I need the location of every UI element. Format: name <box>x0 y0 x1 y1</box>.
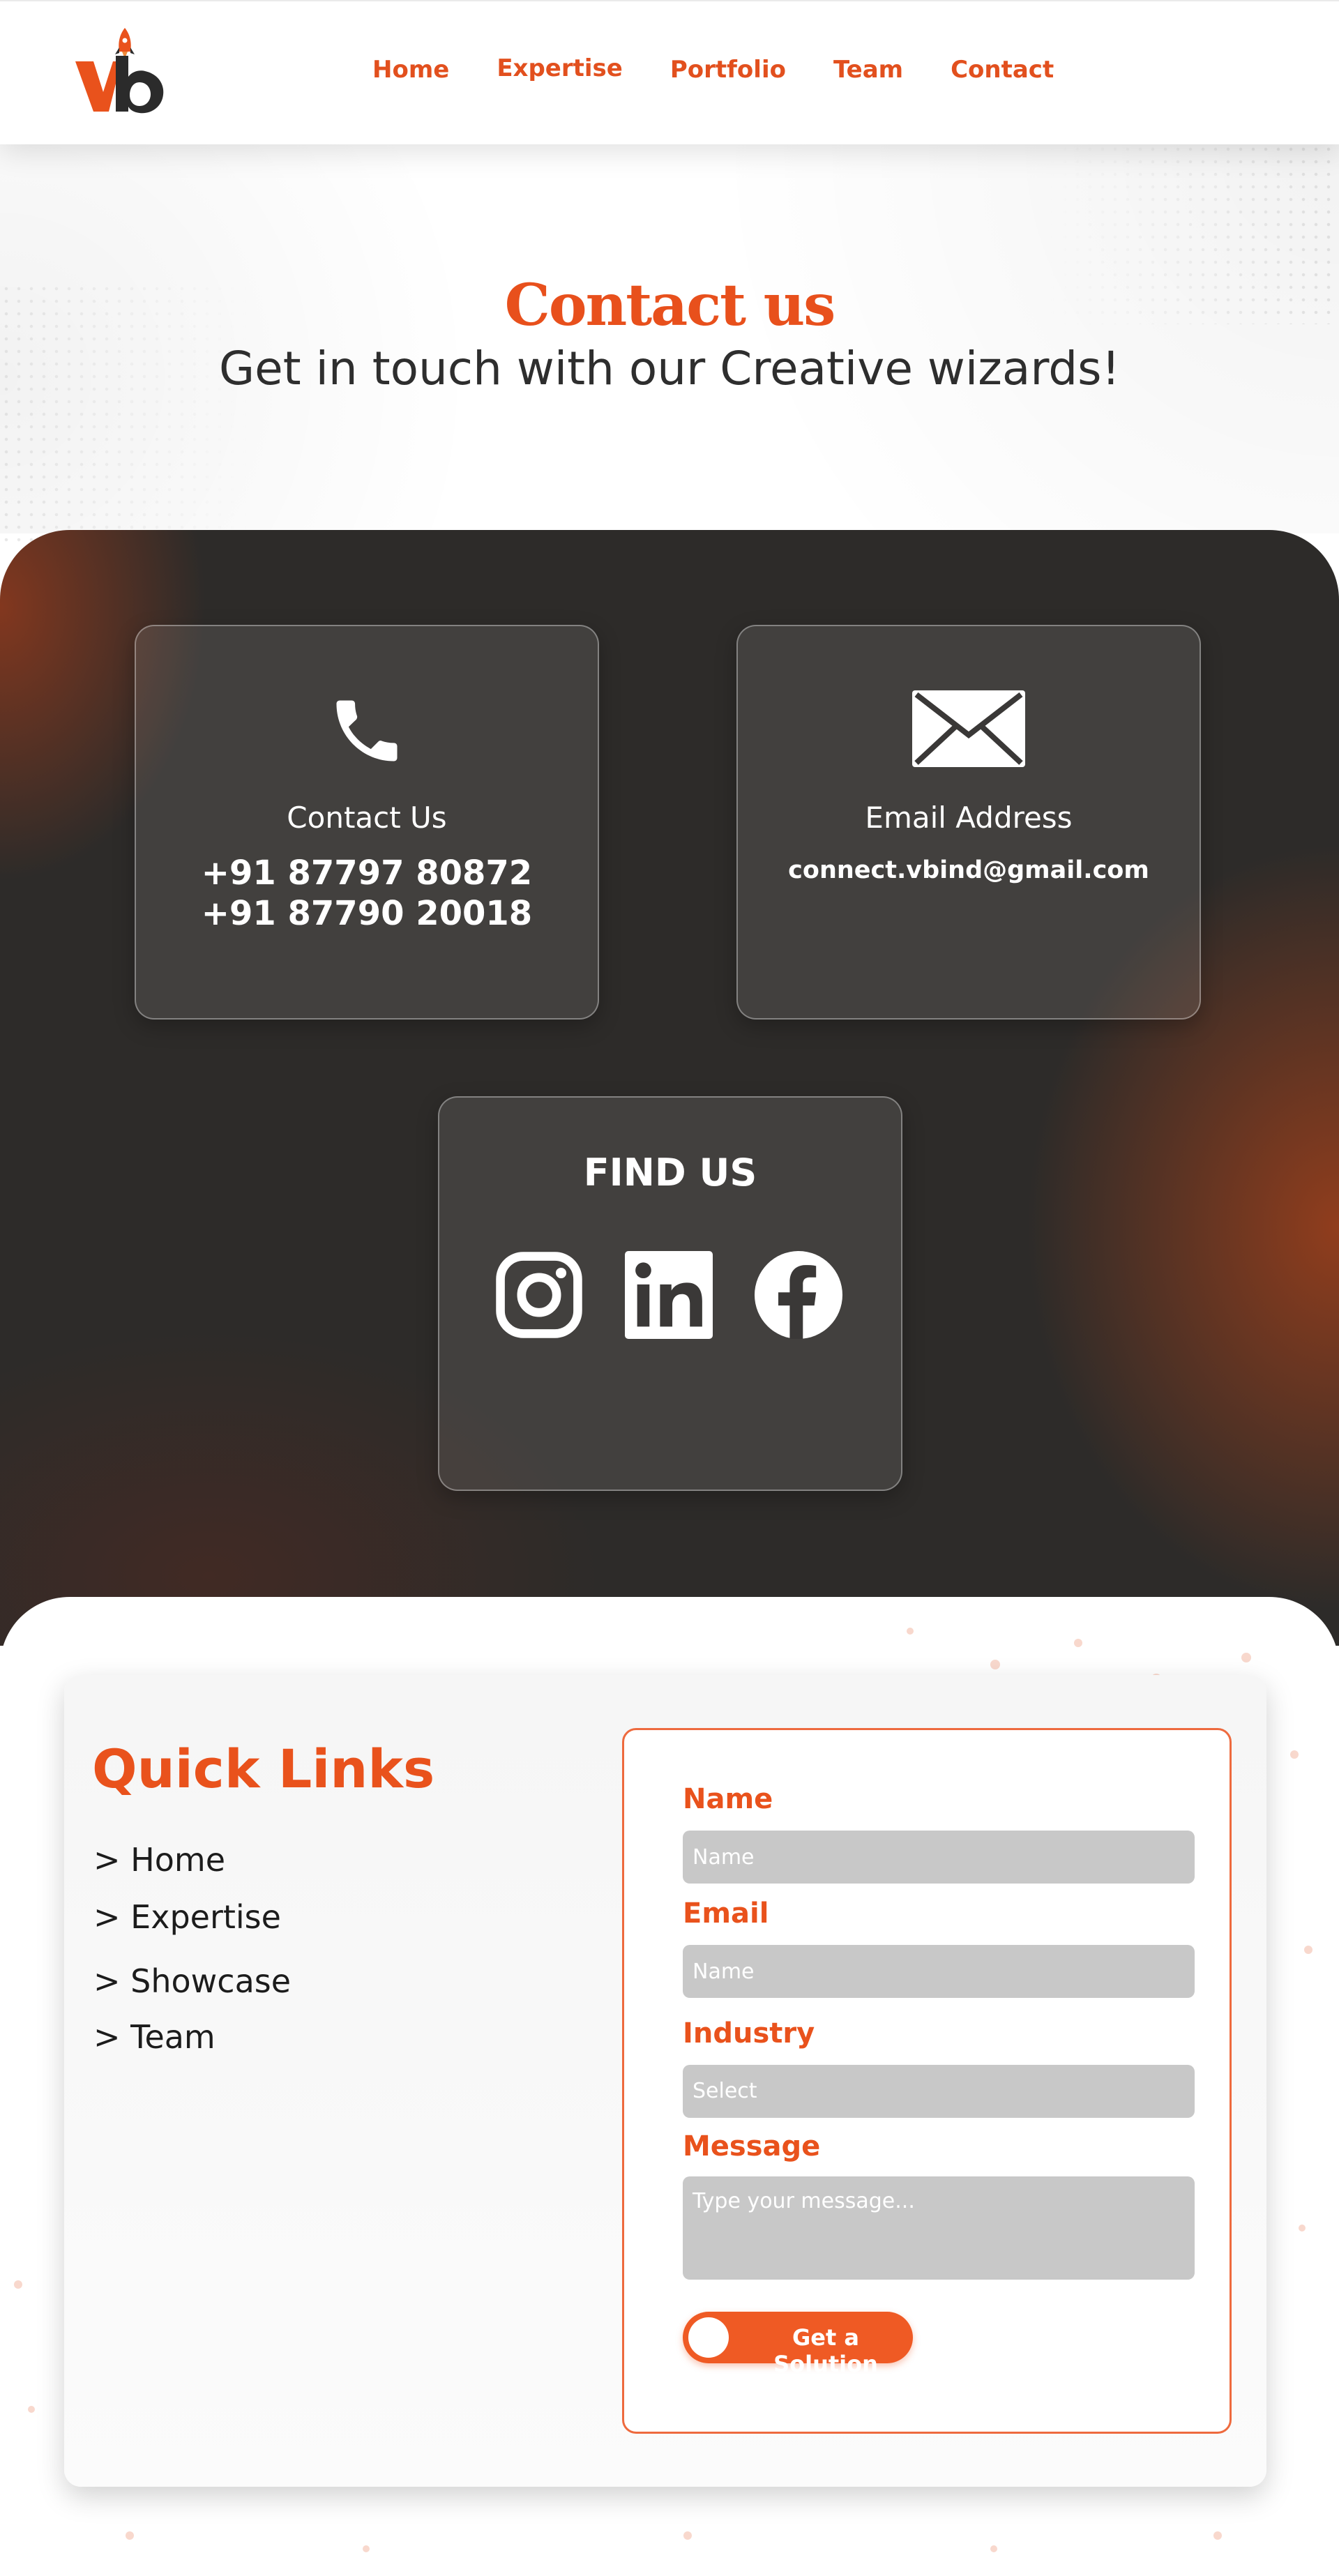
footer-section: Quick Links > Home > Expertise > Showcas… <box>0 1597 1339 2576</box>
speckle-decoration <box>126 2531 134 2540</box>
message-field[interactable] <box>683 2176 1195 2280</box>
phone-number-1[interactable]: +91 87797 80872 <box>136 854 598 893</box>
instagram-icon[interactable] <box>495 1251 583 1339</box>
quick-link-home[interactable]: > Home <box>93 1841 225 1879</box>
nav-home[interactable]: Home <box>372 56 449 84</box>
page-title: Contact us <box>504 272 836 339</box>
email-card: Email Address connect.vbind@gmail.com <box>736 625 1201 1020</box>
speckle-decoration <box>1241 1653 1251 1662</box>
speckle-decoration <box>1290 1750 1299 1759</box>
speckle-decoration <box>683 2531 692 2540</box>
main-nav: Home Expertise Portfolio Team Contact <box>372 54 1101 84</box>
speckle-decoration <box>907 1628 914 1635</box>
phone-icon <box>336 700 398 762</box>
nav-expertise[interactable]: Expertise <box>497 54 623 82</box>
speckle-decoration <box>1074 1639 1082 1647</box>
nav-portfolio[interactable]: Portfolio <box>670 56 786 84</box>
speckle-decoration <box>28 2406 35 2413</box>
speckle-decoration <box>1304 1946 1312 1954</box>
email-label: Email Address <box>865 801 1073 835</box>
nav-contact[interactable]: Contact <box>951 56 1054 84</box>
message-label: Message <box>683 2130 821 2162</box>
industry-select[interactable]: Select <box>683 2065 1195 2118</box>
vb-logo[interactable] <box>75 28 166 115</box>
find-us-title: FIND US <box>583 1151 757 1195</box>
facebook-icon[interactable] <box>755 1251 842 1339</box>
nav-team[interactable]: Team <box>833 56 903 84</box>
speckle-decoration <box>990 2545 997 2552</box>
phone-card: Contact Us +91 87797 80872 +91 87790 200… <box>135 625 599 1020</box>
page-subtitle: Get in touch with our Creative wizards! <box>218 342 1121 395</box>
quick-link-team[interactable]: > Team <box>93 2018 215 2056</box>
get-solution-button[interactable]: Get a Solution <box>683 2312 913 2377</box>
find-us-card: FIND US <box>438 1096 902 1491</box>
name-label: Name <box>683 1783 773 1815</box>
footer-panel: Quick Links > Home > Expertise > Showcas… <box>64 1675 1266 2487</box>
speckle-decoration <box>1213 2531 1222 2540</box>
phone-label: Contact Us <box>287 801 447 835</box>
speckle-decoration <box>1299 2225 1306 2232</box>
contact-form: Name Email Industry Select Message Get a… <box>622 1728 1232 2434</box>
speckle-decoration <box>14 2280 22 2289</box>
email-field[interactable] <box>683 1945 1195 1998</box>
get-solution-button-label: Get a Solution <box>773 2324 878 2377</box>
phone-number-2[interactable]: +91 87790 20018 <box>136 894 598 933</box>
email-field-label: Email <box>683 1897 769 1930</box>
envelope-icon <box>912 690 1025 767</box>
industry-label: Industry <box>683 2017 815 2050</box>
email-address[interactable]: connect.vbind@gmail.com <box>738 856 1200 884</box>
quick-link-expertise[interactable]: > Expertise <box>93 1898 281 1936</box>
name-field[interactable] <box>683 1831 1195 1884</box>
site-header: Home Expertise Portfolio Team Contact <box>0 0 1339 144</box>
button-knob-icon <box>688 2317 729 2358</box>
contact-info-section: Contact Us +91 87797 80872 +91 87790 200… <box>0 530 1339 1646</box>
speckle-decoration <box>363 2545 370 2552</box>
quick-links-title: Quick Links <box>92 1738 435 1800</box>
quick-link-showcase[interactable]: > Showcase <box>93 1962 291 2000</box>
speckle-decoration <box>990 1660 1000 1669</box>
linkedin-icon[interactable] <box>625 1251 713 1339</box>
